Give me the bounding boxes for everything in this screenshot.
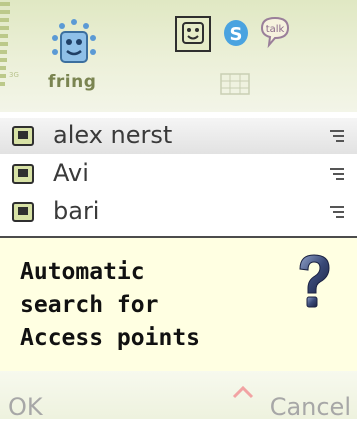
contact-name: bari bbox=[53, 197, 100, 225]
app-header: 3G fring S talk bbox=[0, 0, 357, 112]
signal-caption: 3G bbox=[9, 71, 19, 79]
dialog-line: search for bbox=[20, 292, 159, 318]
tab-skype[interactable]: S bbox=[222, 16, 250, 50]
contact-name: alex nerst bbox=[53, 121, 173, 149]
tab-gtalk[interactable]: talk bbox=[258, 14, 292, 48]
dialog-line: Access points bbox=[20, 325, 201, 351]
logo-wordmark: fring bbox=[48, 72, 97, 92]
fring-smiley-icon bbox=[182, 22, 204, 44]
access-point-dialog: Automatic search for Access points bbox=[0, 236, 357, 371]
contact-options-icon[interactable] bbox=[330, 206, 344, 218]
contact-row[interactable]: alex nerst bbox=[0, 118, 357, 154]
contact-options-icon[interactable] bbox=[330, 130, 344, 142]
dialog-message: Automatic search for Access points bbox=[20, 256, 260, 355]
contact-options-icon[interactable] bbox=[330, 168, 344, 180]
softkey-bar: OK Cancel bbox=[0, 371, 357, 421]
contact-card-icon bbox=[12, 164, 34, 184]
contact-card-icon bbox=[12, 126, 34, 146]
ok-softkey[interactable]: OK bbox=[8, 393, 43, 421]
contact-name: Avi bbox=[53, 159, 89, 187]
up-arrow-icon bbox=[232, 385, 254, 399]
contact-row[interactable]: bari bbox=[0, 194, 357, 230]
question-mark-icon bbox=[299, 254, 330, 308]
svg-text:S: S bbox=[230, 24, 243, 45]
contact-card-icon bbox=[12, 202, 34, 222]
grid-view-icon[interactable] bbox=[220, 73, 250, 95]
signal-strength-icon bbox=[0, 0, 10, 100]
contact-row[interactable]: Avi bbox=[0, 156, 357, 192]
tab-fring[interactable] bbox=[175, 16, 211, 52]
cancel-softkey[interactable]: Cancel bbox=[270, 393, 351, 421]
svg-text:talk: talk bbox=[266, 24, 285, 35]
dialog-line: Automatic bbox=[20, 259, 145, 285]
